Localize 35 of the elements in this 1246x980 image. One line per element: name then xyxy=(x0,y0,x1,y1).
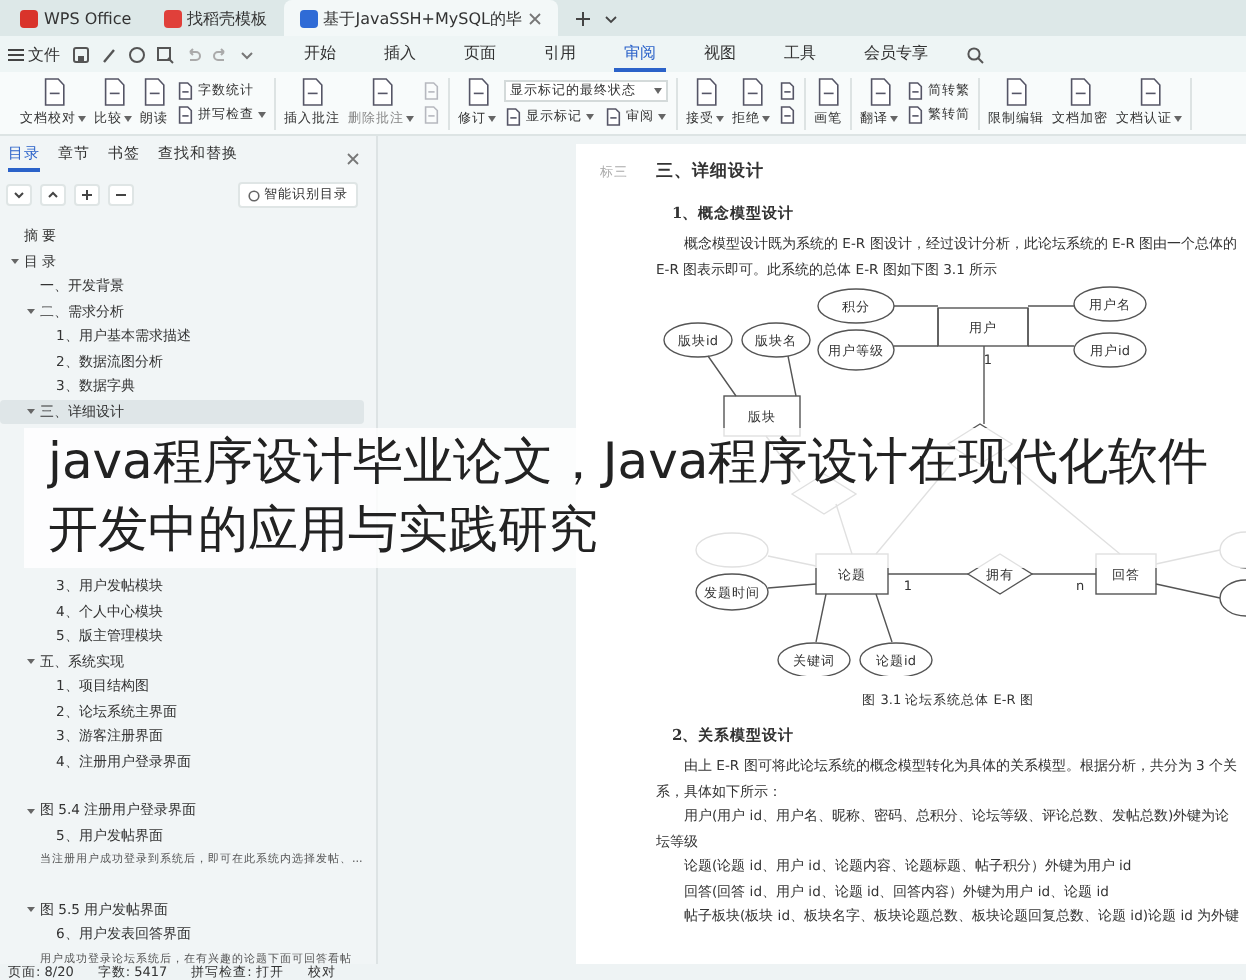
menu-tab[interactable]: 开始 xyxy=(294,37,346,71)
plus-icon[interactable] xyxy=(573,9,592,27)
expand-arrow-icon[interactable] xyxy=(25,904,35,915)
section-heading: 三、详细设计 xyxy=(656,160,764,184)
expand-arrow-icon[interactable] xyxy=(25,656,35,667)
menu-tab[interactable]: 插入 xyxy=(374,37,426,71)
preview-icon[interactable] xyxy=(156,45,174,63)
caption-title: java程序设计毕业论文，Java程序设计在现代化软件开发中的应用与实践研究 xyxy=(48,430,1211,562)
close-icon[interactable] xyxy=(527,11,542,25)
browser-tab[interactable]: 找稻壳模板 xyxy=(147,0,284,36)
expand-arrow-icon[interactable] xyxy=(9,256,19,267)
pen-icon[interactable] xyxy=(100,45,118,63)
menu-tab[interactable]: 视图 xyxy=(694,37,746,71)
search-icon[interactable] xyxy=(966,45,984,63)
menu-tab[interactable]: 引用 xyxy=(534,37,586,71)
browser-tab[interactable]: 基于JavaSSH+MySQL的毕 xyxy=(283,0,558,36)
menu-tab[interactable]: 工具 xyxy=(774,37,826,71)
chevron-down-icon[interactable] xyxy=(603,11,618,25)
menu-tab[interactable]: 会员专享 xyxy=(854,37,938,71)
menu-icon xyxy=(8,47,24,61)
chevron-down-icon[interactable] xyxy=(240,47,254,61)
save-icon[interactable] xyxy=(72,45,90,63)
plus-icon[interactable] xyxy=(80,188,94,202)
circle-icon xyxy=(248,189,260,201)
logo-icon xyxy=(20,9,38,27)
expand-arrow-icon[interactable] xyxy=(25,805,35,816)
menu-tab[interactable]: 页面 xyxy=(454,37,506,71)
file-menu[interactable]: 文件 xyxy=(8,43,60,65)
expand-arrow-icon[interactable] xyxy=(25,406,35,417)
close-icon[interactable] xyxy=(346,151,360,165)
chevron-up-icon[interactable] xyxy=(46,188,60,202)
minus-icon[interactable] xyxy=(114,188,128,202)
chevron-down-icon[interactable] xyxy=(12,188,26,202)
expand-arrow-icon[interactable] xyxy=(25,306,35,317)
browser-tab[interactable]: WPS Office xyxy=(4,0,148,36)
